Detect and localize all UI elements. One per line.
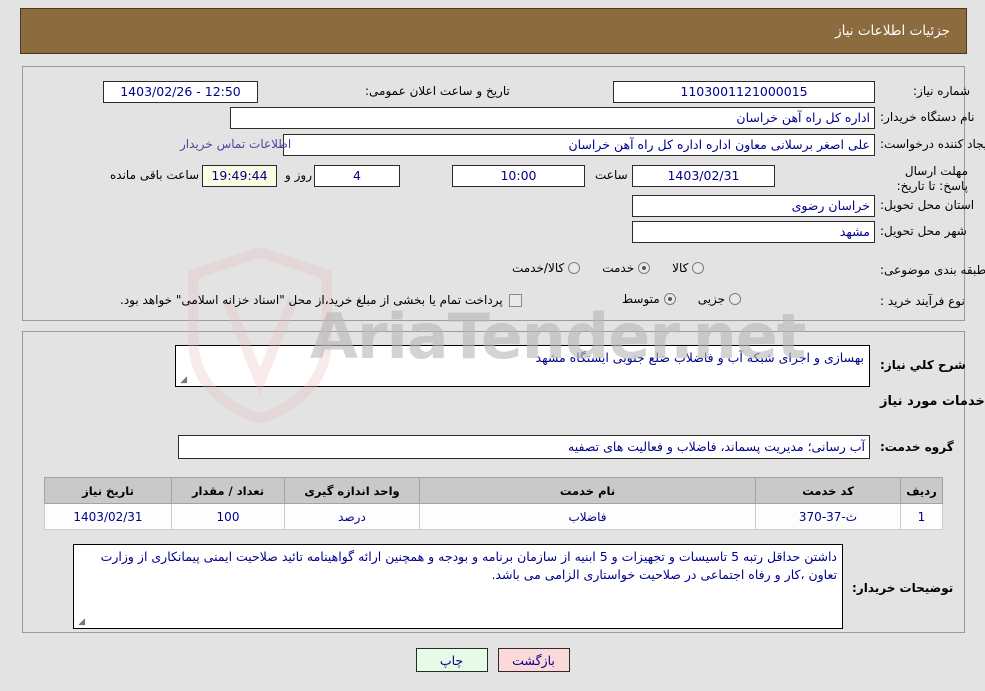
page-title: جزئیات اطلاعات نیاز [835, 23, 950, 39]
col-row: ردیف [900, 477, 943, 504]
services-section-heading: اطلاعات خدمات مورد نیاز [880, 394, 985, 409]
subject-category-radio-1[interactable] [638, 262, 651, 274]
buyer-notes-text: داشتن حداقل رتبه 5 تاسیسات و تجهیزات و 5… [100, 549, 837, 582]
delivery-province-field[interactable]: خراسان رضوی [632, 195, 875, 217]
remaining-days-field[interactable]: 4 [314, 165, 400, 187]
buyer-org-field[interactable]: اداره کل راه آهن خراسان [230, 107, 875, 129]
treasury-note-text: پرداخت تمام یا بخشی از مبلغ خرید،از محل … [120, 293, 503, 307]
need-summary-panel [22, 66, 965, 321]
delivery-province-label: استان محل تحویل: [880, 198, 975, 212]
resize-grip-icon[interactable]: ◢ [76, 618, 85, 627]
countdown-timer-field: 19:49:44 [202, 165, 277, 187]
subject-category-option-label: کالا/خدمت [512, 261, 565, 275]
deadline-hour-field[interactable]: 10:00 [452, 165, 585, 187]
buyer-contact-link[interactable]: اطلاعات تماس خریدار [180, 137, 291, 151]
col-service-code: کد خدمت [755, 477, 901, 504]
subject-category-option-2[interactable]: کالا/خدمت [512, 261, 581, 275]
purchase-process-radio-1[interactable] [663, 293, 676, 305]
subject-category-radio-0[interactable] [692, 262, 705, 274]
service-group-label: گروه خدمت: [880, 440, 954, 454]
cell-unit: درصد [284, 503, 420, 530]
purchase-process-radio-0[interactable] [729, 293, 742, 305]
subject-category-option-1[interactable]: خدمت [602, 261, 651, 275]
subject-category-option-0[interactable]: کالا [672, 261, 705, 275]
buyer-notes-label: توضیحات خریدار: [852, 581, 954, 595]
general-description-label: شرح کلي نیاز: [880, 358, 966, 372]
cell-service-code: ث-37-370 [755, 503, 901, 530]
subject-category-radio-group[interactable]: کالا خدمت کالا/خدمت [490, 261, 705, 275]
public-announce-field[interactable]: 1403/02/26 - 12:50 [103, 81, 258, 103]
cell-row: 1 [900, 503, 943, 530]
subject-category-radio-2[interactable] [568, 262, 581, 274]
general-description-textarea[interactable]: بهسازی و اجرای شبکه آب و فاضلاب ضلع جنوب… [175, 345, 870, 387]
public-announce-label: تاریخ و ساعت اعلان عمومی: [365, 84, 510, 98]
purchase-process-option-0[interactable]: جزیی [697, 292, 742, 306]
service-group-field[interactable]: آب رسانی؛ مدیریت پسماند، فاضلاب و فعالیت… [178, 435, 870, 459]
services-table: ردیف کد خدمت نام خدمت واحد اندازه گیری ت… [44, 477, 943, 530]
table-header-row: ردیف کد خدمت نام خدمت واحد اندازه گیری ت… [44, 477, 943, 504]
purchase-process-option-label: جزیی [697, 292, 726, 306]
deadline-label: مهلت ارسال پاسخ: تا تاریخ: [896, 164, 968, 193]
cell-need-date: 1403/02/31 [44, 503, 172, 530]
countdown-label: ساعت باقی مانده [110, 168, 200, 182]
cell-quantity: 100 [171, 503, 285, 530]
treasury-note-row[interactable]: پرداخت تمام یا بخشی از مبلغ خرید،از محل … [120, 293, 522, 307]
request-creator-label: ایجاد کننده درخواست: [880, 137, 985, 151]
print-button[interactable]: چاپ [415, 648, 488, 672]
deadline-date-field[interactable]: 1403/02/31 [632, 165, 775, 187]
col-need-date: تاریخ نیاز [44, 477, 172, 504]
subject-category-option-label: کالا [672, 261, 689, 275]
col-quantity: تعداد / مقدار [171, 477, 285, 504]
need-number-field[interactable]: 1103001121000015 [613, 81, 875, 103]
back-button[interactable]: بازگشت [497, 648, 570, 672]
cell-service-name: فاضلاب [419, 503, 756, 530]
need-number-label: شماره نیاز: [913, 84, 970, 98]
col-service-name: نام خدمت [419, 477, 756, 504]
deadline-hour-label: ساعت [595, 168, 628, 182]
footer-button-row: بازگشت چاپ [0, 648, 985, 672]
col-unit: واحد اندازه گیری [284, 477, 420, 504]
purchase-process-label: نوع فرآیند خرید : [880, 294, 965, 308]
purchase-process-radio-group[interactable]: جزیی متوسط [600, 292, 742, 306]
buyer-notes-textarea[interactable]: داشتن حداقل رتبه 5 تاسیسات و تجهیزات و 5… [73, 544, 843, 629]
delivery-city-label: شهر محل تحویل: [880, 224, 967, 238]
request-creator-field[interactable]: علی اصغر برسلانی معاون اداره اداره کل را… [283, 134, 875, 156]
remaining-days-label: روز و [285, 168, 312, 182]
window-titlebar: جزئیات اطلاعات نیاز [20, 8, 967, 54]
subject-category-label: طبقه بندی موضوعی: [880, 263, 985, 277]
table-row[interactable]: 1 ث-37-370 فاضلاب درصد 100 1403/02/31 [44, 503, 943, 530]
resize-grip-icon[interactable]: ◢ [178, 376, 187, 385]
general-description-text: بهسازی و اجرای شبکه آب و فاضلاب ضلع جنوب… [535, 350, 864, 365]
treasury-bond-checkbox[interactable] [508, 293, 522, 307]
delivery-city-field[interactable]: مشهد [632, 221, 875, 243]
purchase-process-option-label: متوسط [622, 292, 660, 306]
subject-category-option-label: خدمت [602, 261, 635, 275]
purchase-process-option-1[interactable]: متوسط [622, 292, 676, 306]
buyer-org-label: نام دستگاه خریدار: [880, 110, 975, 124]
